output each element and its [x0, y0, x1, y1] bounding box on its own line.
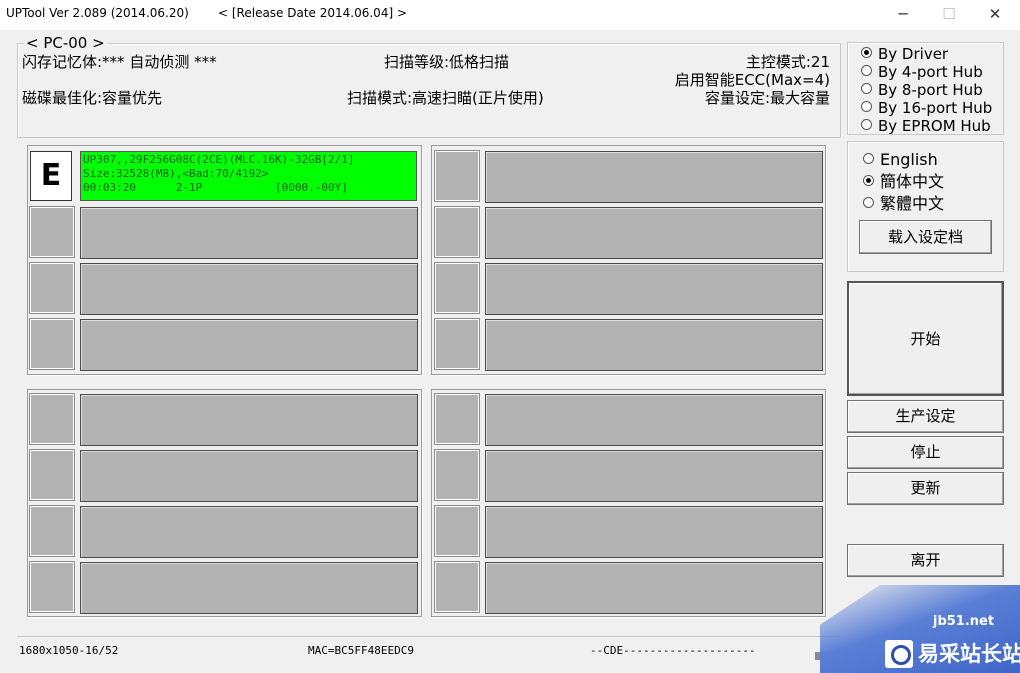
mode-by-4-port-hub[interactable]: By 4-port Hub	[861, 63, 983, 81]
slot-16-status	[485, 562, 823, 614]
close-button[interactable]: ✕	[972, 0, 1018, 30]
production-settings-button[interactable]: 生产设定	[847, 400, 1004, 433]
slot-3-status	[80, 263, 418, 315]
mode-by-driver[interactable]: By Driver	[861, 45, 948, 63]
slot-12-status	[80, 562, 418, 614]
slot-2-indicator	[30, 207, 74, 257]
slot-2-status	[80, 207, 418, 259]
radio-icon	[861, 119, 872, 130]
radio-selected-icon	[861, 47, 872, 58]
language-traditional-chinese[interactable]: 繁體中文	[863, 195, 944, 213]
radio-icon	[863, 197, 874, 208]
close-icon: ✕	[989, 5, 1002, 23]
slot-11-status	[80, 506, 418, 558]
status-divider	[17, 636, 839, 637]
slot-6-indicator	[435, 207, 479, 257]
language-simplified-chinese-label: 簡体中文	[880, 172, 944, 191]
cde-status: --CDE--------------------	[590, 644, 756, 657]
slot-7-indicator	[435, 263, 479, 313]
load-config-button[interactable]: 载入设定档	[859, 220, 992, 254]
radio-icon	[863, 153, 874, 164]
slot-10-status	[80, 450, 418, 502]
minimize-icon: ─	[898, 5, 907, 23]
maximize-button[interactable]: ☐	[926, 0, 972, 30]
mode-by-eprom-hub-label: By EPROM Hub	[878, 117, 991, 135]
slot-14-indicator	[435, 450, 479, 500]
drive-letter-badge: E	[30, 151, 72, 201]
controller-mode-label: 主控模式:21	[746, 53, 830, 71]
slot-14-status	[485, 450, 823, 502]
language-english[interactable]: English	[863, 151, 938, 169]
radio-icon	[861, 65, 872, 76]
mac-status: MAC=BC5FF48EEDC9	[308, 644, 414, 657]
language-traditional-chinese-label: 繁體中文	[880, 194, 944, 213]
slot-16-indicator	[435, 562, 479, 612]
language-simplified-chinese[interactable]: 簡体中文	[863, 173, 944, 191]
watermark-brand: 易采站长站	[918, 641, 1020, 667]
mode-by-driver-label: By Driver	[878, 45, 948, 63]
disk-optimization-label: 磁碟最佳化:容量优先	[22, 89, 162, 107]
pc-group-label: < PC-00 >	[24, 34, 107, 52]
radio-icon	[861, 83, 872, 94]
mode-by-16-port-hub[interactable]: By 16-port Hub	[861, 99, 992, 117]
mode-by-8-port-hub-label: By 8-port Hub	[878, 81, 983, 99]
slot-3-indicator	[30, 263, 74, 313]
slot-15-status	[485, 506, 823, 558]
capacity-label: 容量设定:最大容量	[705, 89, 830, 107]
watermark-site: jb51.net	[933, 614, 994, 629]
slot-5-status	[485, 151, 823, 203]
radio-selected-icon	[863, 175, 874, 186]
mode-by-8-port-hub[interactable]: By 8-port Hub	[861, 81, 983, 99]
maximize-icon: ☐	[942, 5, 955, 23]
slot-11-indicator	[30, 506, 74, 556]
slot-8-indicator	[435, 319, 479, 369]
mode-by-16-port-hub-label: By 16-port Hub	[878, 99, 992, 117]
slot-13-indicator	[435, 394, 479, 444]
release-date: < [Release Date 2014.06.04] >	[218, 6, 407, 20]
scan-mode-label: 扫描模式:高速扫瞄(正片使用)	[347, 89, 544, 107]
update-button[interactable]: 更新	[847, 472, 1004, 505]
slot-12-indicator	[30, 562, 74, 612]
minimize-button[interactable]: ─	[880, 0, 926, 30]
slot-15-indicator	[435, 506, 479, 556]
slot-1-line-2: Size:32528(MB),<Bad:70/4192>	[83, 167, 414, 181]
slot-5-indicator	[435, 151, 479, 201]
slot-4-indicator	[30, 319, 74, 369]
flash-memory-label: 闪存记忆体:*** 自动侦测 ***	[22, 53, 217, 71]
slot-4-status	[80, 319, 418, 371]
slot-10-indicator	[30, 450, 74, 500]
slot-1-status: UP307,,29F256G08C(2CE)(MLC.16K)-32GB[2/1…	[80, 151, 417, 201]
slot-7-status	[485, 263, 823, 315]
window-title: UPTool Ver 2.089 (2014.06.20)	[6, 6, 189, 20]
slot-6-status	[485, 207, 823, 259]
resolution-status: 1680x1050-16/52	[19, 644, 118, 657]
stop-button[interactable]: 停止	[847, 436, 1004, 469]
slot-13-status	[485, 394, 823, 446]
scan-level-label: 扫描等级:低格扫描	[384, 53, 509, 71]
slot-9-indicator	[30, 394, 74, 444]
title-bar: UPTool Ver 2.089 (2014.06.20) < [Release…	[0, 0, 1020, 30]
slot-8-status	[485, 319, 823, 371]
start-button[interactable]: 开始	[847, 281, 1004, 396]
watermark-logo-icon	[885, 640, 913, 668]
slot-9-status	[80, 394, 418, 446]
mode-by-4-port-hub-label: By 4-port Hub	[878, 63, 983, 81]
mode-by-eprom-hub[interactable]: By EPROM Hub	[861, 117, 991, 135]
ecc-label: 启用智能ECC(Max=4)	[675, 71, 830, 89]
radio-icon	[861, 101, 872, 112]
slot-1-line-3: 00:03:20 2-1P [0000.-00Y]	[83, 181, 414, 195]
slot-1-line-1: UP307,,29F256G08C(2CE)(MLC.16K)-32GB[2/1…	[83, 153, 414, 167]
exit-button[interactable]: 离开	[847, 544, 1004, 577]
language-english-label: English	[880, 150, 938, 169]
